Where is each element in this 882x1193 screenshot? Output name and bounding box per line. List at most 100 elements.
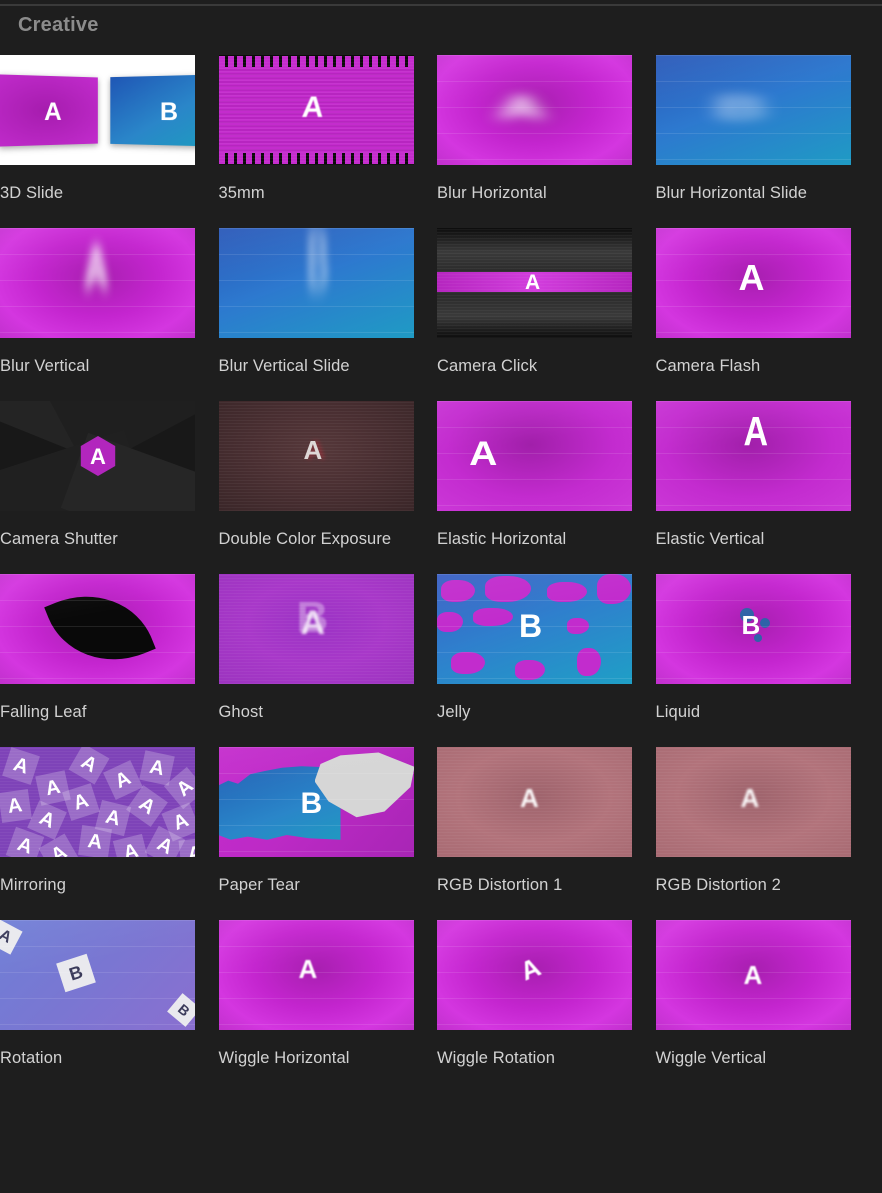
transition-thumbnail[interactable]: AAAAAAAAAAAAAAAAAA bbox=[0, 747, 195, 857]
transition-thumbnail[interactable]: AA bbox=[218, 401, 414, 511]
film-perforations-bottom bbox=[218, 153, 414, 164]
transition-label: Blur Vertical Slide bbox=[218, 357, 350, 375]
transition-label: Elastic Vertical bbox=[655, 530, 765, 548]
transition-thumbnail[interactable]: A bbox=[437, 55, 632, 165]
grid-row: A B 3D Slide A 35mm A Blur Horizontal B Blur Hor… bbox=[0, 55, 882, 205]
transition-item[interactable]: A Wiggle Vertical bbox=[655, 920, 875, 1070]
transition-item[interactable]: A Camera Flash bbox=[655, 228, 875, 378]
preview-letter: A bbox=[298, 954, 318, 984]
preview-letter: B bbox=[159, 97, 179, 127]
transition-thumbnail[interactable]: AB bbox=[0, 55, 195, 165]
transition-label: Jelly bbox=[437, 703, 471, 721]
transition-thumbnail[interactable]: A bbox=[437, 747, 632, 857]
grid-row: A B B Rotation A Wiggle Horizontal A Wiggle Rot… bbox=[0, 920, 882, 1070]
transition-item[interactable]: Falling Leaf bbox=[0, 574, 219, 724]
transition-item[interactable]: A B 3D Slide bbox=[0, 55, 219, 205]
transition-item[interactable]: B Blur Horizontal Slide bbox=[655, 55, 875, 205]
slide-panel-a: A bbox=[0, 74, 98, 147]
transition-item[interactable]: A Wiggle Horizontal bbox=[218, 920, 438, 1070]
transitions-grid[interactable]: A B 3D Slide A 35mm A Blur Horizontal B Blur Hor… bbox=[0, 55, 882, 1093]
transition-item[interactable]: A Camera Click bbox=[437, 228, 656, 378]
transition-label: Paper Tear bbox=[218, 876, 300, 894]
preview-letter: A bbox=[520, 783, 539, 813]
transition-item[interactable]: A B B Rotation bbox=[0, 920, 219, 1070]
liquid-droplet bbox=[759, 618, 770, 628]
preview-letter: B bbox=[300, 787, 323, 820]
transition-label: Blur Horizontal Slide bbox=[655, 184, 808, 202]
transition-label: Double Color Exposure bbox=[218, 530, 392, 548]
transition-label: Camera Shutter bbox=[0, 530, 118, 548]
transition-item[interactable]: A 35mm bbox=[218, 55, 438, 205]
transition-thumbnail[interactable]: B bbox=[655, 55, 851, 165]
preview-letter: A bbox=[743, 960, 763, 990]
transition-item[interactable]: A Blur Horizontal bbox=[437, 55, 656, 205]
transition-thumbnail[interactable]: B bbox=[218, 228, 414, 338]
transition-label: RGB Distortion 1 bbox=[437, 876, 563, 894]
transition-thumbnail[interactable]: B bbox=[437, 574, 632, 684]
transition-item[interactable]: A A A A A A A A A A A A A A A A A A Mirroring bbox=[0, 747, 219, 897]
transition-thumbnail[interactable]: A bbox=[437, 920, 632, 1030]
transition-label: Wiggle Rotation bbox=[437, 1049, 555, 1067]
mirror-tile: A bbox=[0, 789, 32, 823]
transition-thumbnail[interactable]: B bbox=[218, 747, 414, 857]
transition-item[interactable]: B A Ghost bbox=[218, 574, 438, 724]
transition-thumbnail[interactable]: A bbox=[437, 401, 632, 511]
transition-thumbnail[interactable]: A bbox=[655, 401, 851, 511]
transition-thumbnail[interactable]: ABB bbox=[0, 920, 195, 1030]
preview-letter: B bbox=[306, 228, 330, 307]
transition-thumbnail[interactable]: A bbox=[655, 228, 851, 338]
preview-letter: A bbox=[303, 435, 323, 465]
transition-item[interactable]: A Blur Vertical bbox=[0, 228, 219, 378]
transition-item[interactable]: A Elastic Horizontal bbox=[437, 401, 656, 551]
transition-label: Camera Flash bbox=[655, 357, 761, 375]
film-perforations-top bbox=[218, 56, 414, 67]
transition-label: Camera Click bbox=[437, 357, 538, 375]
mirror-tile: A bbox=[78, 825, 112, 857]
transition-thumbnail[interactable]: A bbox=[0, 228, 195, 338]
grid-row: A Blur Vertical B Blur Vertical Slide A Camer… bbox=[0, 228, 882, 378]
transition-item[interactable]: B Liquid bbox=[655, 574, 875, 724]
transition-item[interactable]: A Wiggle Rotation bbox=[437, 920, 656, 1070]
transition-label: Mirroring bbox=[0, 876, 66, 894]
transitions-browser-panel: Creative A B 3D Slide A 35mm A Blur Horizontal… bbox=[0, 0, 882, 1193]
transition-thumbnail[interactable]: B bbox=[655, 574, 851, 684]
preview-letter: A bbox=[525, 271, 541, 294]
preview-letter: B bbox=[713, 89, 766, 127]
grid-row: A A A A A A A A A A A A A A A A A A Mirroring B Paper Tear A R… bbox=[0, 747, 882, 897]
transition-thumbnail[interactable]: A bbox=[655, 747, 851, 857]
transition-thumbnail[interactable]: A bbox=[0, 401, 195, 511]
grid-row: Falling Leaf B A Ghost B Jelly B Liquid bbox=[0, 574, 882, 724]
panel-top-divider bbox=[0, 4, 882, 6]
transition-item[interactable]: B Blur Vertical Slide bbox=[218, 228, 438, 378]
preview-letter: A bbox=[740, 783, 760, 813]
transition-label: Wiggle Vertical bbox=[655, 1049, 767, 1067]
transition-thumbnail[interactable]: A bbox=[218, 920, 414, 1030]
transition-thumbnail[interactable]: A bbox=[655, 920, 851, 1030]
transition-item[interactable]: A A Double Color Exposure bbox=[218, 401, 438, 551]
preview-letter: A bbox=[300, 91, 325, 124]
mirror-tile: A bbox=[178, 837, 195, 857]
grid-row: A Camera Shutter A A Double Color Exposure A E… bbox=[0, 401, 882, 551]
preview-letter: A bbox=[300, 604, 326, 642]
magenta-bg bbox=[437, 401, 632, 511]
preview-letter: B bbox=[741, 610, 761, 640]
transition-thumbnail[interactable]: BA bbox=[218, 574, 414, 684]
transition-label: Liquid bbox=[655, 703, 701, 721]
transition-item[interactable]: A Camera Shutter bbox=[0, 401, 219, 551]
transition-item[interactable]: A RGB Distortion 1 bbox=[437, 747, 656, 897]
preview-letter: A bbox=[469, 435, 498, 473]
preview-letter: A bbox=[90, 444, 106, 469]
transition-item[interactable]: A Elastic Vertical bbox=[655, 401, 875, 551]
preview-letter: A bbox=[738, 257, 765, 298]
transition-label: Rotation bbox=[0, 1049, 63, 1067]
transition-thumbnail[interactable]: A bbox=[218, 55, 414, 165]
transition-label: Blur Horizontal bbox=[437, 184, 547, 202]
section-heading-creative: Creative bbox=[18, 14, 99, 36]
transition-thumbnail[interactable]: A bbox=[437, 228, 632, 338]
transition-item[interactable]: B Paper Tear bbox=[218, 747, 438, 897]
transition-item[interactable]: B Jelly bbox=[437, 574, 656, 724]
transition-thumbnail[interactable] bbox=[0, 574, 195, 684]
transition-item[interactable]: A RGB Distortion 2 bbox=[655, 747, 875, 897]
transition-label: Elastic Horizontal bbox=[437, 530, 567, 548]
preview-letter: A bbox=[497, 89, 545, 127]
